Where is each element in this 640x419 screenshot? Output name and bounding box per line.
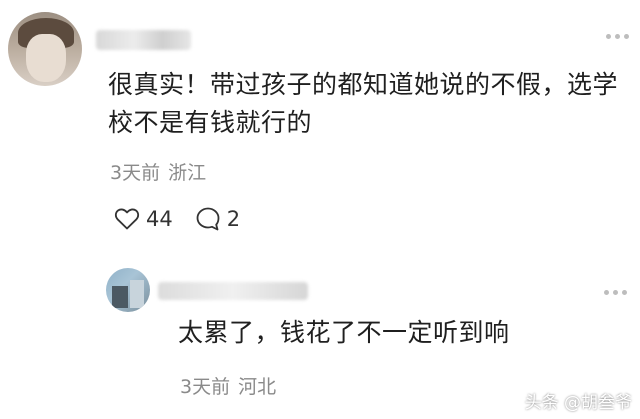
reply-text: 太累了，钱花了不一定听到响: [178, 318, 510, 347]
avatar-face: [26, 34, 66, 82]
commenter-avatar[interactable]: [8, 12, 82, 86]
comment-location: 浙江: [168, 162, 207, 184]
reply-time: 3天前: [180, 376, 231, 398]
more-dots-icon[interactable]: [604, 284, 634, 300]
replier-avatar[interactable]: [106, 268, 150, 312]
watermark: 头条 @胡叁爷: [524, 393, 632, 413]
like-button[interactable]: 44: [114, 207, 173, 231]
like-count: 44: [146, 207, 173, 231]
comment-text: 很真实！带过孩子的都知道她说的不假，选学校不是有钱就行的: [108, 70, 619, 137]
commenter-name-blurred[interactable]: [96, 30, 191, 50]
reply-location: 河北: [238, 376, 277, 398]
more-dots-icon[interactable]: [606, 28, 636, 44]
replier-name-blurred[interactable]: [158, 282, 308, 300]
comment-meta: 3天前 浙江: [110, 158, 206, 185]
heart-icon: [114, 207, 140, 231]
reply-meta: 3天前 河北: [180, 372, 276, 399]
comment-time: 3天前: [110, 162, 161, 184]
comment-bubble-icon: [195, 206, 221, 232]
reply-button[interactable]: 2: [195, 206, 240, 232]
reply-count: 2: [226, 207, 241, 231]
comment-actions: 44 2: [114, 206, 262, 232]
